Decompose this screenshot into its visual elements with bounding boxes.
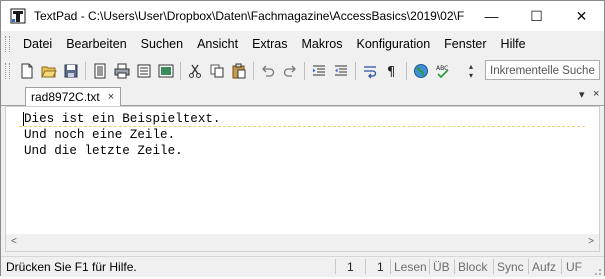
status-read-mode[interactable]: Lesen: [394, 260, 427, 274]
close-document-icon[interactable]: ×: [593, 88, 599, 100]
status-encoding[interactable]: UF: [566, 260, 582, 274]
indent-icon[interactable]: [308, 60, 330, 82]
tab-rad8972c[interactable]: rad8972C.txt ×: [25, 87, 122, 106]
close-icon: ✕: [575, 7, 588, 24]
menu-hilfe[interactable]: Hilfe: [494, 31, 533, 57]
undo-icon[interactable]: [257, 60, 279, 82]
status-separator: [561, 259, 562, 274]
status-column-number: 1: [377, 260, 384, 274]
print-preview-icon[interactable]: [89, 60, 111, 82]
toolbar-separator: [406, 62, 407, 80]
horizontal-scrollbar[interactable]: < >: [6, 234, 599, 251]
redo-icon[interactable]: [279, 60, 301, 82]
scroll-left-icon[interactable]: <: [11, 236, 17, 247]
menu-fenster[interactable]: Fenster: [437, 31, 493, 57]
maximize-button[interactable]: ☐: [514, 1, 559, 31]
scroll-right-icon[interactable]: >: [588, 236, 594, 247]
status-block[interactable]: Block: [458, 260, 487, 274]
incremental-search-input[interactable]: Inkrementelle Suche: [485, 60, 600, 80]
menu-makros[interactable]: Makros: [295, 31, 350, 57]
tab-list-icon[interactable]: ▾: [579, 88, 585, 101]
outdent-icon[interactable]: [330, 60, 352, 82]
status-help-text: Drücken Sie F1 für Hilfe.: [6, 260, 137, 274]
menu-bar: Datei Bearbeiten Suchen Ansicht Extras M…: [1, 31, 604, 57]
status-line-number: 1: [347, 260, 354, 274]
toolbar-separator: [180, 62, 181, 80]
web-icon[interactable]: [410, 60, 432, 82]
maximize-icon: ☐: [530, 7, 543, 24]
paste-icon[interactable]: [228, 60, 250, 82]
status-bar: Drücken Sie F1 für Hilfe. 1 1 Lesen ÜB B…: [1, 256, 604, 277]
menu-konfiguration[interactable]: Konfiguration: [349, 31, 437, 57]
toolbar-separator: [355, 62, 356, 80]
minimize-button[interactable]: —: [469, 1, 514, 31]
cut-icon[interactable]: [184, 60, 206, 82]
resize-grip-icon[interactable]: [592, 265, 602, 275]
status-record[interactable]: Aufz: [532, 260, 556, 274]
tab-label: rad8972C.txt: [31, 90, 100, 104]
editor-line[interactable]: Und noch eine Zeile.: [24, 127, 221, 143]
menu-extras[interactable]: Extras: [245, 31, 294, 57]
menu-bearbeiten[interactable]: Bearbeiten: [59, 31, 133, 57]
document-tab-strip: rad8972C.txt × ▾ ×: [1, 87, 604, 106]
menu-datei[interactable]: Datei: [16, 31, 59, 57]
textpad-window: TextPad - C:\Users\User\Dropbox\Daten\Fa…: [0, 0, 605, 277]
status-separator: [390, 259, 391, 274]
tab-close-icon[interactable]: ×: [108, 91, 114, 103]
status-separator: [528, 259, 529, 274]
paragraph-icon[interactable]: ¶: [381, 60, 403, 82]
status-separator: [429, 259, 430, 274]
editor-line[interactable]: Und die letzte Zeile.: [24, 143, 221, 159]
editor-area[interactable]: Dies ist ein Beispieltext. Und noch eine…: [5, 106, 600, 252]
status-separator: [493, 259, 494, 274]
save-icon[interactable]: [60, 60, 82, 82]
editor-line[interactable]: Dies ist ein Beispieltext.: [24, 111, 221, 127]
title-bar[interactable]: TextPad - C:\Users\User\Dropbox\Daten\Fa…: [1, 1, 604, 31]
toolbar-separator: [85, 62, 86, 80]
status-sync[interactable]: Sync: [497, 260, 524, 274]
copy-icon[interactable]: [206, 60, 228, 82]
menubar-grip[interactable]: [5, 36, 10, 52]
close-button[interactable]: ✕: [559, 1, 604, 31]
view-icon[interactable]: [155, 60, 177, 82]
toolbar-separator: [253, 62, 254, 80]
word-wrap-icon[interactable]: [359, 60, 381, 82]
print-icon[interactable]: [111, 60, 133, 82]
new-file-icon[interactable]: [16, 60, 38, 82]
toolbar: ¶ ABC ▴ ▾ Inkrementelle Suche: [1, 57, 604, 85]
find-icon[interactable]: [133, 60, 155, 82]
spellcheck-icon[interactable]: ABC: [432, 60, 454, 82]
open-folder-icon[interactable]: [38, 60, 60, 82]
status-overwrite[interactable]: ÜB: [433, 260, 450, 274]
textpad-icon[interactable]: [10, 8, 26, 24]
menu-suchen[interactable]: Suchen: [134, 31, 190, 57]
toolbar-overflow-icon[interactable]: ▴ ▾: [466, 61, 476, 81]
minimize-icon: —: [484, 8, 499, 24]
menu-ansicht[interactable]: Ansicht: [190, 31, 245, 57]
status-separator: [335, 259, 336, 274]
status-separator: [365, 259, 366, 274]
status-separator: [454, 259, 455, 274]
toolbar-separator: [304, 62, 305, 80]
window-title: TextPad - C:\Users\User\Dropbox\Daten\Fa…: [34, 9, 464, 23]
toolbar-grip[interactable]: [5, 63, 10, 79]
editor-text[interactable]: Dies ist ein Beispieltext. Und noch eine…: [24, 111, 221, 159]
svg-text:¶: ¶: [387, 65, 395, 79]
